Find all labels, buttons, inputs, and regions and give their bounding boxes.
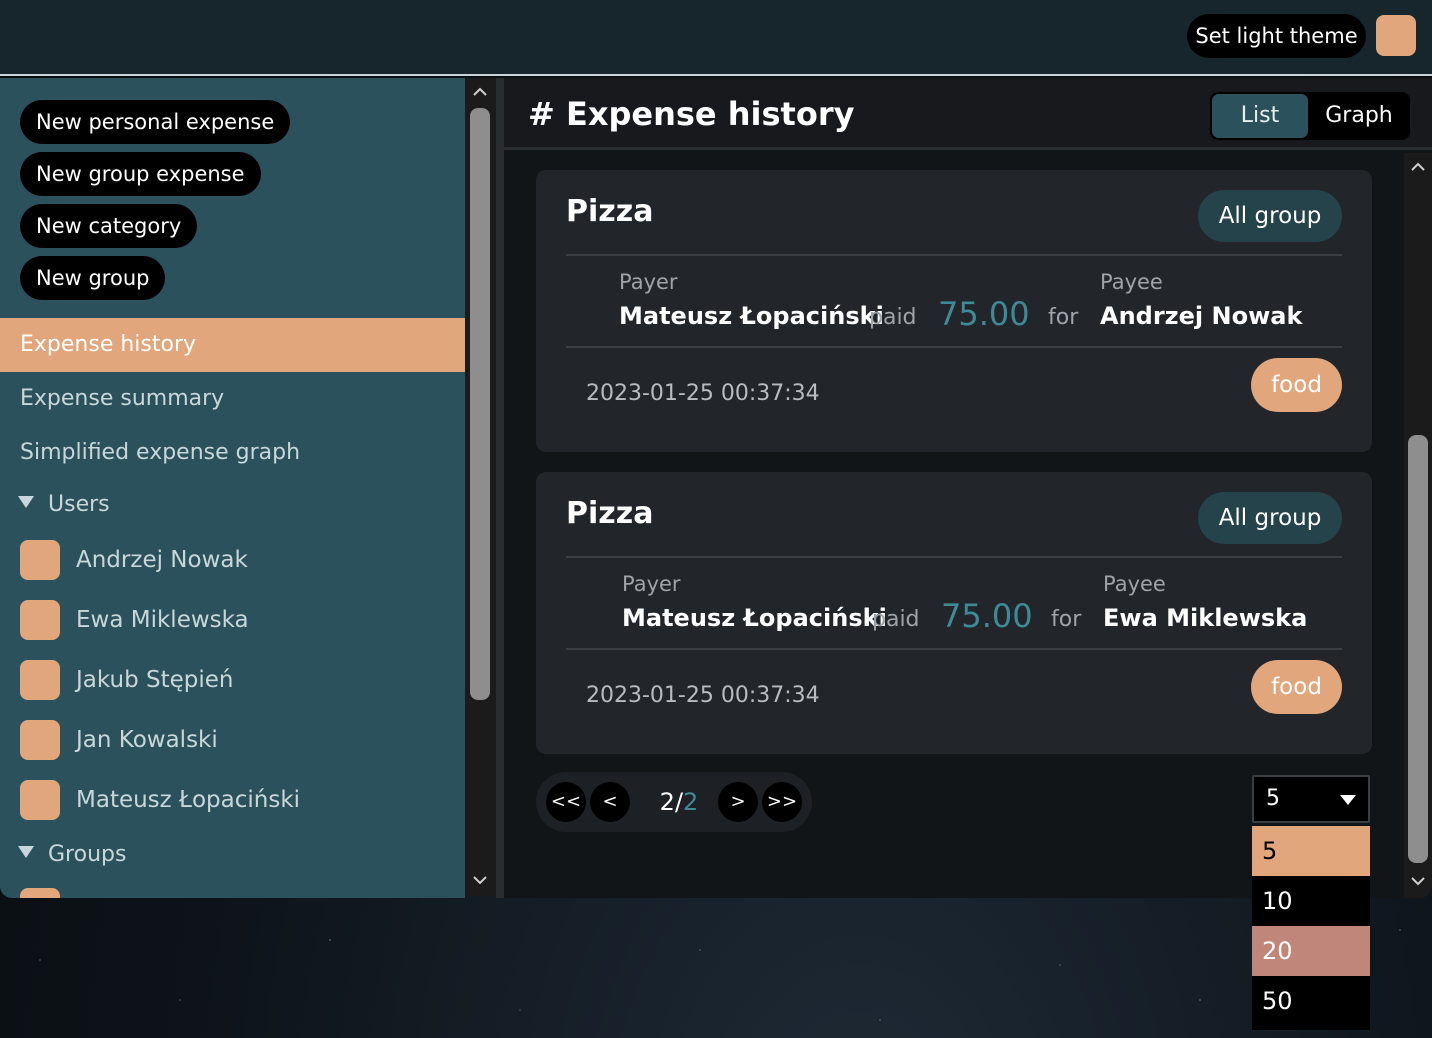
- nav-expense-history[interactable]: Expense history: [0, 318, 465, 372]
- group-badge[interactable]: All group: [1198, 492, 1342, 544]
- user-name: Mateusz Łopaciński: [76, 787, 301, 813]
- list-view-button[interactable]: List: [1212, 94, 1308, 138]
- users-heading: Users: [48, 492, 110, 517]
- total-pages: 2: [683, 788, 699, 816]
- paid-text: paid: [869, 305, 917, 330]
- new-personal-expense-button[interactable]: New personal expense: [20, 100, 291, 144]
- first-page-button[interactable]: <<: [546, 782, 586, 822]
- for-text: for: [1048, 305, 1079, 330]
- expense-amount: 75.00: [938, 295, 1030, 333]
- user-name: Jan Kowalski: [76, 727, 218, 753]
- groups-heading: Groups: [48, 842, 127, 867]
- payer-name: Mateusz Łopaciński: [622, 604, 887, 632]
- expense-timestamp: 2023-01-25 00:37:34: [586, 381, 820, 406]
- scroll-up-icon[interactable]: [1404, 157, 1432, 179]
- main-scroll-thumb[interactable]: [1408, 435, 1428, 863]
- pagination: << < 2/2 > >>: [536, 772, 812, 832]
- sidebar: New personal expense New group expense N…: [0, 78, 465, 898]
- next-page-button[interactable]: >: [718, 782, 758, 822]
- user-color-swatch[interactable]: [20, 540, 60, 580]
- user-name: Andrzej Nowak: [76, 547, 248, 573]
- paid-text: paid: [872, 607, 920, 632]
- payee-label: Payee: [1100, 270, 1163, 294]
- page-size-dropdown: 5 10 20 50: [1252, 826, 1370, 1030]
- last-page-button[interactable]: >>: [762, 782, 802, 822]
- page-size-value: 5: [1266, 786, 1280, 811]
- expense-amount: 75.00: [941, 597, 1033, 635]
- payer-label: Payer: [619, 270, 678, 294]
- group-color-swatch[interactable]: [20, 888, 60, 898]
- scroll-down-icon[interactable]: [466, 870, 494, 892]
- page-title: # Expense history: [528, 95, 855, 133]
- user-item[interactable]: Jakub Stępień: [20, 660, 440, 700]
- user-name: Jakub Stępień: [76, 667, 234, 693]
- category-badge[interactable]: food: [1251, 660, 1342, 714]
- expense-title: Pizza: [566, 194, 654, 229]
- expense-timestamp: 2023-01-25 00:37:34: [586, 683, 820, 708]
- expense-list: Pizza All group Payer Mateusz Łopaciński…: [504, 153, 1404, 898]
- user-item[interactable]: Ewa Miklewska: [20, 600, 440, 640]
- user-color-swatch[interactable]: [20, 720, 60, 760]
- nav-expense-summary[interactable]: Expense summary: [0, 372, 465, 426]
- view-toggle: List Graph: [1210, 92, 1410, 140]
- theme-color-swatch[interactable]: [1376, 15, 1416, 56]
- sidebar-scrollbar[interactable]: [465, 78, 496, 896]
- divider: [566, 254, 1342, 256]
- divider: [566, 556, 1342, 558]
- page-size-option-50[interactable]: 50: [1252, 976, 1370, 1026]
- payer-label: Payer: [622, 572, 681, 596]
- page-size-option-20[interactable]: 20: [1252, 926, 1370, 976]
- scroll-down-icon[interactable]: [1404, 871, 1432, 893]
- user-item[interactable]: Jan Kowalski: [20, 720, 440, 760]
- for-text: for: [1051, 607, 1082, 632]
- payee-name: Ewa Miklewska: [1103, 604, 1308, 632]
- new-group-expense-button[interactable]: New group expense: [20, 152, 261, 196]
- payee-name: Andrzej Nowak: [1100, 302, 1303, 330]
- page-indicator: 2/2: [644, 782, 714, 822]
- payee-label: Payee: [1103, 572, 1166, 596]
- main-header: # Expense history List Graph: [504, 78, 1432, 150]
- graph-view-button[interactable]: Graph: [1310, 94, 1408, 138]
- page-size-option-5[interactable]: 5: [1252, 826, 1370, 876]
- group-badge[interactable]: All group: [1198, 190, 1342, 242]
- caret-down-icon: [1340, 795, 1356, 805]
- expense-card: Pizza All group Payer Mateusz Łopaciński…: [536, 472, 1372, 754]
- main-panel: # Expense history List Graph Pizza All g…: [496, 78, 1432, 898]
- user-item[interactable]: Mateusz Łopaciński: [20, 780, 440, 820]
- current-page: 2: [659, 788, 675, 816]
- expense-title: Pizza: [566, 496, 654, 531]
- page-separator: /: [674, 788, 684, 816]
- user-item[interactable]: Andrzej Nowak: [20, 540, 440, 580]
- main-scrollbar[interactable]: [1404, 153, 1432, 898]
- category-badge[interactable]: food: [1251, 358, 1342, 412]
- new-category-button[interactable]: New category: [20, 204, 198, 248]
- expense-card: Pizza All group Payer Mateusz Łopaciński…: [536, 170, 1372, 452]
- user-color-swatch[interactable]: [20, 780, 60, 820]
- payer-name: Mateusz Łopaciński: [619, 302, 884, 330]
- set-light-theme-button[interactable]: Set light theme: [1187, 14, 1366, 58]
- users-section-toggle[interactable]: Users: [18, 490, 110, 520]
- user-name: Ewa Miklewska: [76, 607, 249, 633]
- top-bar: Set light theme: [0, 0, 1432, 76]
- triangle-down-icon: [18, 496, 34, 508]
- divider: [566, 346, 1342, 348]
- divider: [566, 648, 1342, 650]
- nav-simplified-expense-graph[interactable]: Simplified expense graph: [0, 426, 465, 480]
- page-size-option-10[interactable]: 10: [1252, 876, 1370, 926]
- page-size-select[interactable]: 5: [1252, 775, 1370, 823]
- groups-section-toggle[interactable]: Groups: [18, 840, 126, 870]
- triangle-down-icon: [18, 846, 34, 858]
- scroll-up-icon[interactable]: [466, 82, 494, 104]
- user-color-swatch[interactable]: [20, 660, 60, 700]
- new-group-button[interactable]: New group: [20, 256, 166, 300]
- user-color-swatch[interactable]: [20, 600, 60, 640]
- prev-page-button[interactable]: <: [590, 782, 630, 822]
- sidebar-scroll-thumb[interactable]: [470, 108, 490, 700]
